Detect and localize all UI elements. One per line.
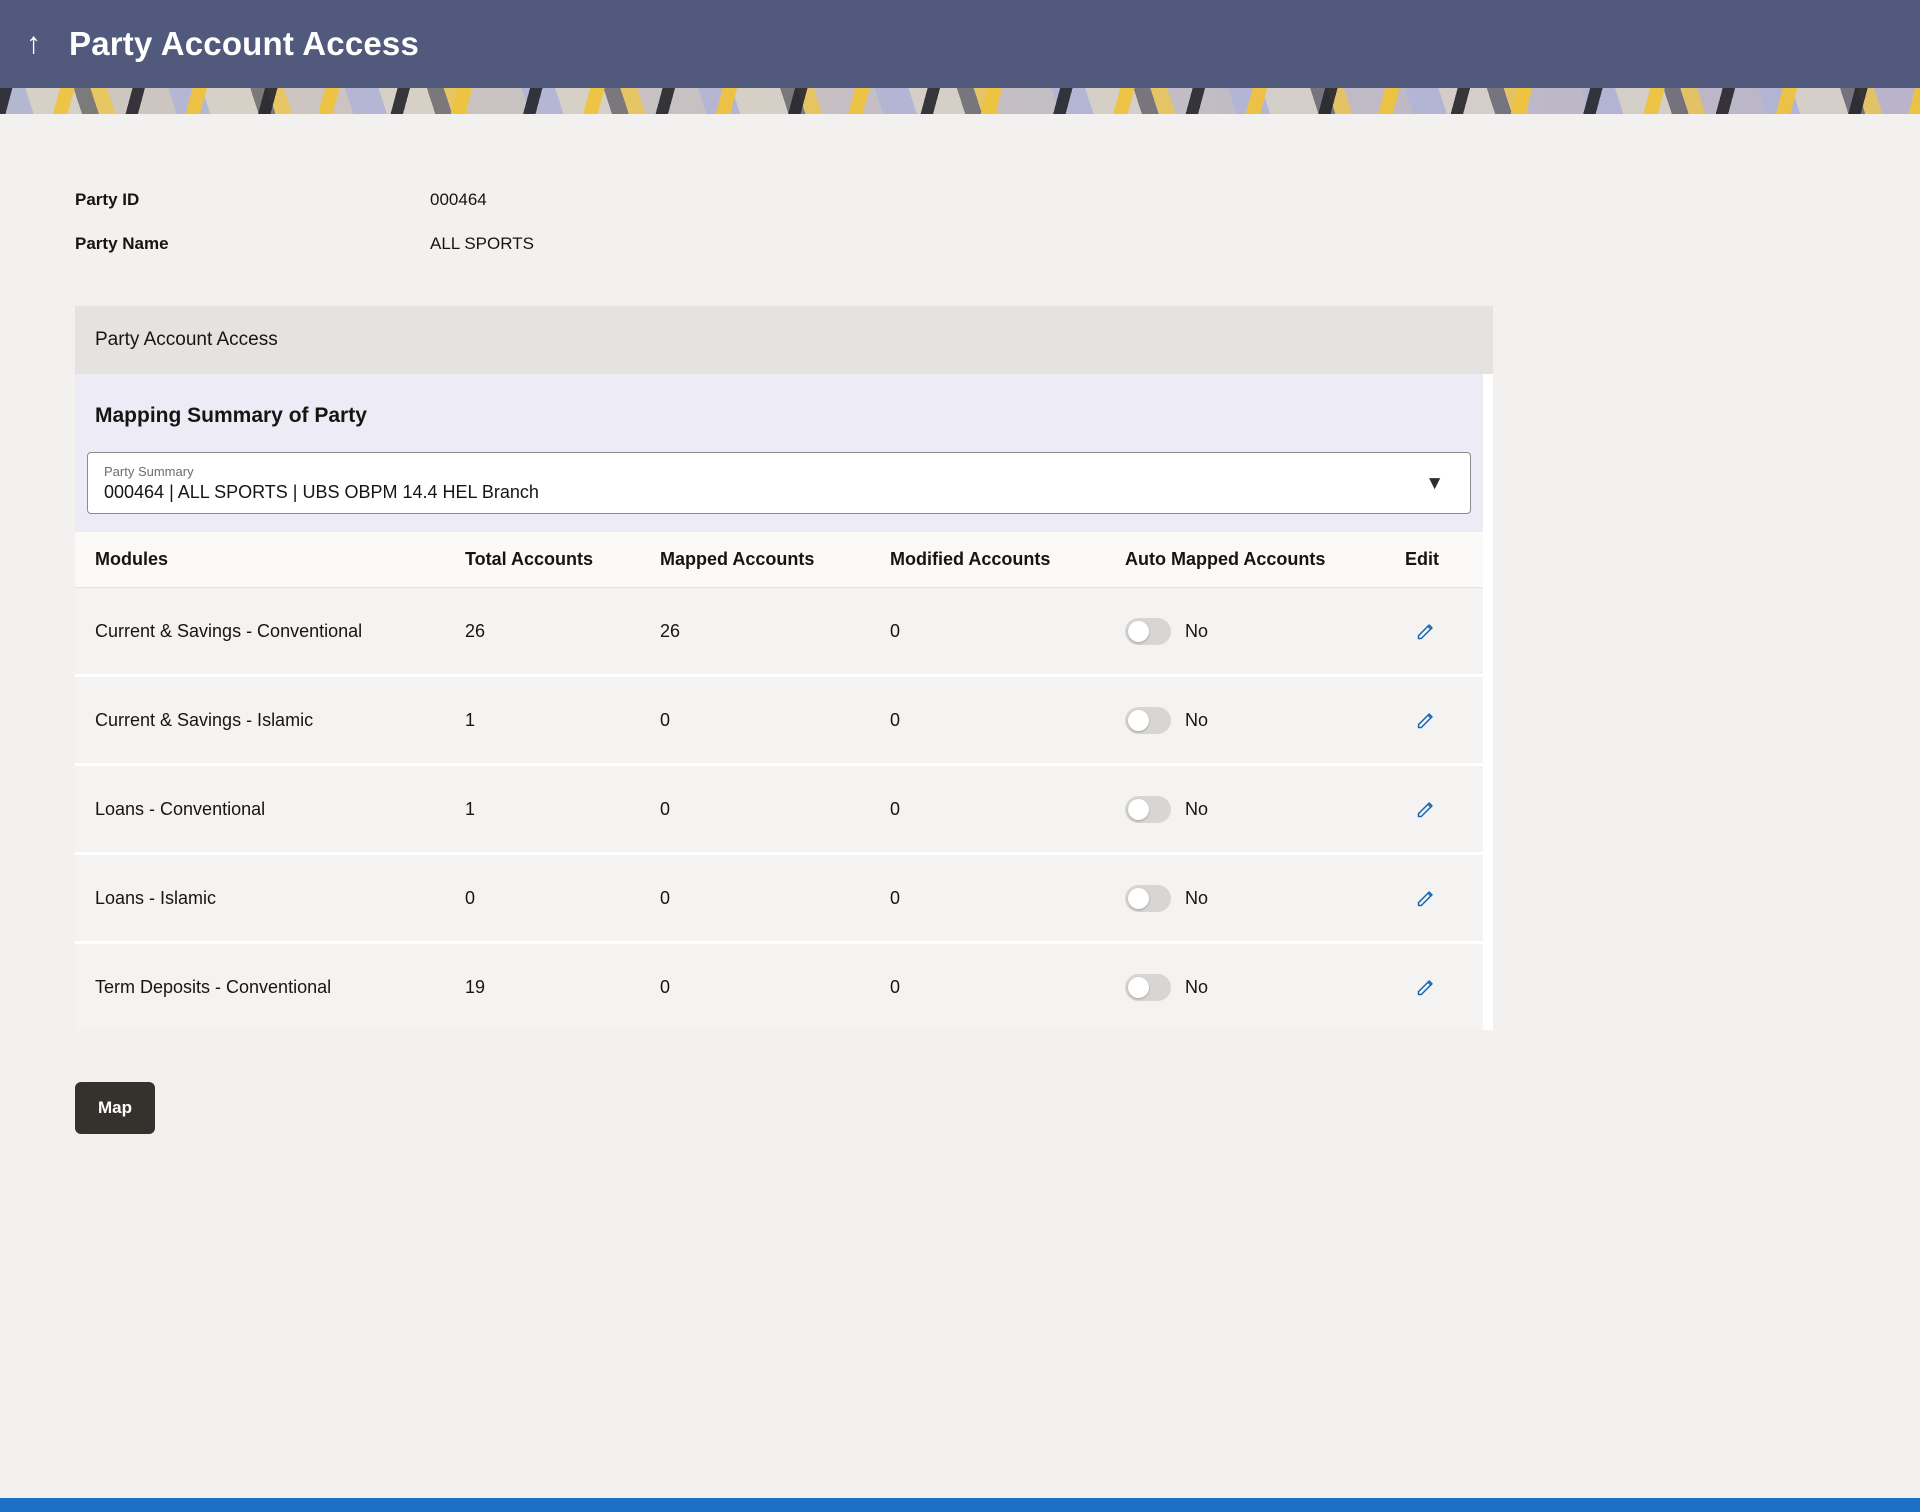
module-name: Term Deposits - Conventional: [95, 976, 332, 997]
map-button[interactable]: Map: [75, 1082, 155, 1134]
mapped-accounts-link[interactable]: 0: [660, 799, 890, 820]
mapping-summary-section: Mapping Summary of Party Party Summary 0…: [75, 374, 1483, 532]
mapped-accounts-link[interactable]: 0: [660, 888, 890, 909]
column-header-mapped-accounts: Mapped Accounts: [660, 549, 815, 569]
decorative-banner: [0, 88, 1920, 114]
module-name: Loans - Conventional: [95, 798, 266, 819]
column-header-edit: Edit: [1405, 549, 1439, 569]
auto-mapped-cell: No: [1125, 884, 1405, 912]
modified-accounts-link[interactable]: 0: [890, 710, 1125, 731]
auto-mapped-cell: No: [1125, 706, 1405, 734]
panel-body: Mapping Summary of Party Party Summary 0…: [75, 374, 1493, 1030]
mapped-accounts-link[interactable]: 0: [660, 977, 890, 998]
column-header-modified-accounts: Modified Accounts: [890, 549, 1051, 569]
edit-button[interactable]: [1411, 973, 1483, 1002]
auto-mapped-toggle[interactable]: [1125, 706, 1171, 734]
auto-mapped-toggle[interactable]: [1125, 884, 1171, 912]
table-row: Current & Savings - Conventional 26 26 0…: [75, 588, 1483, 674]
auto-mapped-cell: No: [1125, 973, 1405, 1001]
mapped-accounts-link[interactable]: 0: [660, 710, 890, 731]
panel-title: Party Account Access: [75, 306, 1493, 374]
page-title: Party Account Access: [69, 25, 420, 62]
module-name: Current & Savings - Islamic: [95, 709, 314, 730]
toggle-knob: [1128, 798, 1149, 820]
table-row: Term Deposits - Conventional 19 0 0 No: [75, 944, 1483, 1030]
total-accounts-value: 1: [465, 798, 476, 819]
back-arrow-icon[interactable]: ↑: [26, 29, 41, 59]
total-accounts-value: 19: [465, 976, 486, 997]
party-summary-select-text: Party Summary 000464 | ALL SPORTS | UBS …: [104, 464, 539, 503]
party-name-value: ALL SPORTS: [430, 234, 534, 253]
edit-button[interactable]: [1411, 617, 1483, 646]
column-header-modules: Modules: [95, 549, 169, 569]
auto-mapped-toggle[interactable]: [1125, 795, 1171, 823]
edit-button[interactable]: [1411, 884, 1483, 913]
edit-button[interactable]: [1411, 795, 1483, 824]
auto-mapped-toggle[interactable]: [1125, 617, 1171, 645]
app-header: ↑ Party Account Access: [0, 0, 1920, 88]
auto-mapped-state: No: [1185, 798, 1209, 819]
module-name: Loans - Islamic: [95, 887, 217, 908]
module-name: Current & Savings - Conventional: [95, 620, 363, 641]
edit-pencil-icon: [1417, 890, 1433, 906]
modified-accounts-link[interactable]: 0: [890, 888, 1125, 909]
column-header-auto-mapped-accounts: Auto Mapped Accounts: [1125, 549, 1326, 569]
total-accounts-value: 1: [465, 709, 476, 730]
auto-mapped-cell: No: [1125, 795, 1405, 823]
page: ↑ Party Account Access Party ID 000464 P…: [0, 0, 1920, 1512]
section-title: Mapping Summary of Party: [95, 404, 367, 427]
toggle-knob: [1128, 887, 1149, 909]
edit-pencil-icon: [1417, 801, 1433, 817]
party-name-label: Party Name: [75, 234, 169, 253]
auto-mapped-toggle[interactable]: [1125, 973, 1171, 1001]
edit-pencil-icon: [1417, 623, 1433, 639]
table-header: Modules Total Accounts Mapped Accounts M…: [75, 532, 1483, 588]
mapped-accounts-link[interactable]: 26: [660, 621, 890, 642]
table-row: Loans - Conventional 1 0 0 No: [75, 766, 1483, 852]
auto-mapped-cell: No: [1125, 617, 1405, 645]
edit-pencil-icon: [1417, 712, 1433, 728]
party-summary-value: 000464 | ALL SPORTS | UBS OBPM 14.4 HEL …: [104, 481, 539, 502]
edit-button[interactable]: [1411, 706, 1483, 735]
party-name-row: Party Name ALL SPORTS: [75, 222, 1920, 266]
party-id-row: Party ID 000464: [75, 178, 1920, 222]
edit-pencil-icon: [1417, 979, 1433, 995]
modified-accounts-link[interactable]: 0: [890, 799, 1125, 820]
party-summary-label: Party Summary: [104, 463, 194, 479]
bottom-bar: [0, 1498, 1920, 1512]
party-id-value: 000464: [430, 190, 487, 209]
column-header-total-accounts: Total Accounts: [465, 549, 594, 569]
toggle-knob: [1128, 976, 1149, 998]
total-accounts-value: 26: [465, 620, 486, 641]
table-row: Current & Savings - Islamic 1 0 0 No: [75, 677, 1483, 763]
toggle-knob: [1128, 620, 1149, 642]
toggle-knob: [1128, 709, 1149, 731]
table-row: Loans - Islamic 0 0 0 No: [75, 855, 1483, 941]
auto-mapped-state: No: [1185, 620, 1209, 641]
modified-accounts-link[interactable]: 0: [890, 977, 1125, 998]
total-accounts-value: 0: [465, 887, 476, 908]
main-content: Party ID 000464 Party Name ALL SPORTS Pa…: [0, 114, 1920, 1134]
auto-mapped-state: No: [1185, 887, 1209, 908]
chevron-down-icon: ▼: [1425, 472, 1444, 494]
modified-accounts-link[interactable]: 0: [890, 621, 1125, 642]
party-account-access-panel: Party Account Access Mapping Summary of …: [75, 306, 1493, 1030]
party-summary-select[interactable]: Party Summary 000464 | ALL SPORTS | UBS …: [87, 452, 1471, 514]
auto-mapped-state: No: [1185, 976, 1209, 997]
auto-mapped-state: No: [1185, 709, 1209, 730]
party-id-label: Party ID: [75, 190, 140, 209]
party-info: Party ID 000464 Party Name ALL SPORTS: [75, 178, 1920, 266]
